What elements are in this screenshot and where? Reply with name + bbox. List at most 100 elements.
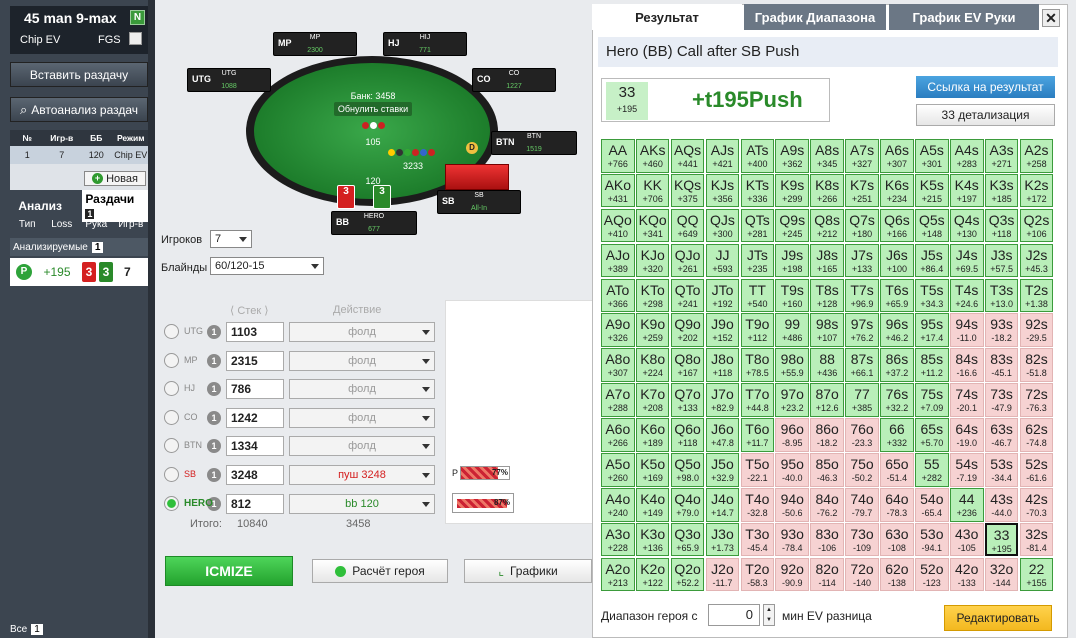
range-cell[interactable]: ATs +400	[740, 139, 775, 173]
range-cell[interactable]: J6o +47.8	[705, 418, 740, 452]
range-cell[interactable]: AKo +431	[601, 173, 635, 208]
insert-hand-button[interactable]: Вставить раздачу	[10, 62, 148, 87]
range-cell[interactable]: 55 +282	[915, 453, 949, 487]
range-cell[interactable]: A5o +260	[601, 453, 635, 487]
range-cell[interactable]: Q5s +148	[915, 208, 949, 243]
action-select[interactable]: фолд	[289, 436, 435, 457]
range-cell[interactable]: 33 +195	[984, 522, 1019, 557]
range-cell[interactable]: K9s +299	[775, 173, 810, 208]
hero-calc-button[interactable]: Расчёт героя	[312, 559, 448, 583]
range-cell[interactable]: K8o +224	[635, 348, 670, 382]
range-cell[interactable]: T8s +128	[810, 278, 844, 313]
stack-input[interactable]: 786	[226, 379, 284, 400]
tab-ev-chart[interactable]: График EV Руки	[889, 4, 1039, 30]
range-cell[interactable]: A7o +288	[601, 383, 635, 417]
seat-utg[interactable]: UTG UTG 1088	[187, 68, 271, 92]
range-cell[interactable]: Q8o +167	[670, 348, 705, 382]
range-cell[interactable]: Q9s +245	[775, 208, 810, 243]
range-cell[interactable]: 98o +55.9	[775, 348, 810, 382]
range-cell[interactable]: JTs +235	[740, 243, 775, 278]
range-cell[interactable]: T2s +1.38	[1019, 278, 1054, 313]
range-cell[interactable]: J8s +165	[810, 243, 844, 278]
seat-btn[interactable]: BTN BTN 1519	[491, 131, 577, 155]
range-cell[interactable]: K5o +169	[635, 453, 670, 487]
range-cell[interactable]: 62s -74.8	[1019, 418, 1054, 452]
graphs-button[interactable]: ⌞ Графики	[464, 559, 592, 583]
range-cell[interactable]: KQs +375	[670, 173, 705, 208]
range-cell[interactable]: 94s -11.0	[949, 313, 984, 348]
range-cell[interactable]: AQs +441	[670, 139, 705, 173]
range-cell[interactable]: 73o -109	[845, 522, 879, 557]
range-cell[interactable]: K6s +234	[880, 173, 914, 208]
action-select[interactable]: фолд	[289, 322, 435, 342]
range-cell[interactable]: 99 +486	[775, 313, 810, 348]
range-cell[interactable]: T5s +34.3	[915, 278, 949, 313]
stack-input[interactable]: 2315	[226, 350, 284, 371]
range-cell[interactable]: 53s -34.4	[984, 453, 1019, 487]
range-cell[interactable]: Q2s +106	[1019, 208, 1054, 243]
col-players[interactable]: Игр-в	[114, 219, 149, 233]
range-cell[interactable]: KJs +356	[705, 173, 740, 208]
range-cell[interactable]: Q7o +133	[670, 383, 705, 417]
range-cell[interactable]: T7o +44.8	[740, 383, 775, 417]
range-cell[interactable]: 97s +76.2	[845, 313, 879, 348]
seat-radio[interactable]	[164, 495, 179, 511]
range-cell[interactable]: 32s -81.4	[1019, 522, 1054, 557]
stack-input[interactable]: 1242	[226, 407, 284, 428]
range-cell[interactable]: T3s +13.0	[984, 278, 1019, 313]
range-cell[interactable]: A4o +240	[601, 487, 635, 522]
seat-radio[interactable]	[164, 324, 179, 339]
range-cell[interactable]: T3o -45.4	[740, 522, 775, 557]
range-cell[interactable]: J7o +82.9	[705, 383, 740, 417]
range-cell[interactable]: A9s +362	[775, 139, 810, 173]
range-cell[interactable]: QTs +281	[740, 208, 775, 243]
range-cell[interactable]: 65s +5.70	[915, 418, 949, 452]
range-cell[interactable]: 74o -79.7	[845, 487, 879, 522]
range-cell[interactable]: 66 +332	[880, 418, 914, 452]
range-cell[interactable]: 96s +46.2	[880, 313, 914, 348]
range-cell[interactable]: QQ +649	[670, 208, 705, 243]
range-cell[interactable]: 88 +436	[810, 348, 844, 382]
col-type[interactable]: Тип	[10, 219, 45, 233]
range-cell[interactable]: 75s +7.09	[915, 383, 949, 417]
range-cell[interactable]: J6s +100	[880, 243, 914, 278]
range-cell[interactable]: 76s +32.2	[880, 383, 914, 417]
detail-button[interactable]: 33 детализация	[916, 104, 1055, 126]
range-cell[interactable]: 63o -108	[880, 522, 914, 557]
range-cell[interactable]: J5s +86.4	[915, 243, 949, 278]
range-cell[interactable]: 75o -50.2	[845, 453, 879, 487]
range-cell[interactable]: K4o +149	[635, 487, 670, 522]
range-cell[interactable]: A2s +258	[1019, 139, 1054, 173]
range-cell[interactable]: 53o -94.1	[915, 522, 949, 557]
seat-hero[interactable]: BB HERO 677	[331, 211, 417, 235]
range-cell[interactable]: A6s +307	[880, 139, 914, 173]
range-cell[interactable]: K6o +189	[635, 418, 670, 452]
range-cell[interactable]: 65o -51.4	[880, 453, 914, 487]
range-cell[interactable]: 85s +11.2	[915, 348, 949, 382]
range-cell[interactable]: 62o -138	[880, 557, 914, 592]
range-cell[interactable]: 63s -46.7	[984, 418, 1019, 452]
range-cell[interactable]: Q5o +98.0	[670, 453, 705, 487]
range-cell[interactable]: Q4s +130	[949, 208, 984, 243]
range-cell[interactable]: Q9o +202	[670, 313, 705, 348]
col-loss[interactable]: Loss	[45, 219, 80, 233]
range-cell[interactable]: KQo +341	[635, 208, 670, 243]
range-cell[interactable]: T5o -22.1	[740, 453, 775, 487]
range-cell[interactable]: J7s +133	[845, 243, 879, 278]
range-cell[interactable]: J2s +45.3	[1019, 243, 1054, 278]
range-cell[interactable]: 72s -76.3	[1019, 383, 1054, 417]
range-cell[interactable]: 64s -19.0	[949, 418, 984, 452]
range-cell[interactable]: 52o -123	[915, 557, 949, 592]
range-cell[interactable]: 84s -16.6	[949, 348, 984, 382]
reset-bets-button[interactable]: Обнулить ставки	[334, 102, 412, 116]
range-cell[interactable]: J4o +14.7	[705, 487, 740, 522]
range-cell[interactable]: ATo +366	[601, 278, 635, 313]
action-select[interactable]: bb 120	[289, 493, 435, 514]
range-cell[interactable]: A3o +228	[601, 522, 635, 557]
result-link-button[interactable]: Ссылка на результат	[916, 76, 1055, 98]
range-cell[interactable]: 85o -46.3	[810, 453, 844, 487]
range-stepper[interactable]: ▲ ▼	[763, 604, 775, 626]
range-cell[interactable]: 97o +23.2	[775, 383, 810, 417]
range-cell[interactable]: 87o +12.6	[810, 383, 844, 417]
range-cell[interactable]: 95s +17.4	[915, 313, 949, 348]
